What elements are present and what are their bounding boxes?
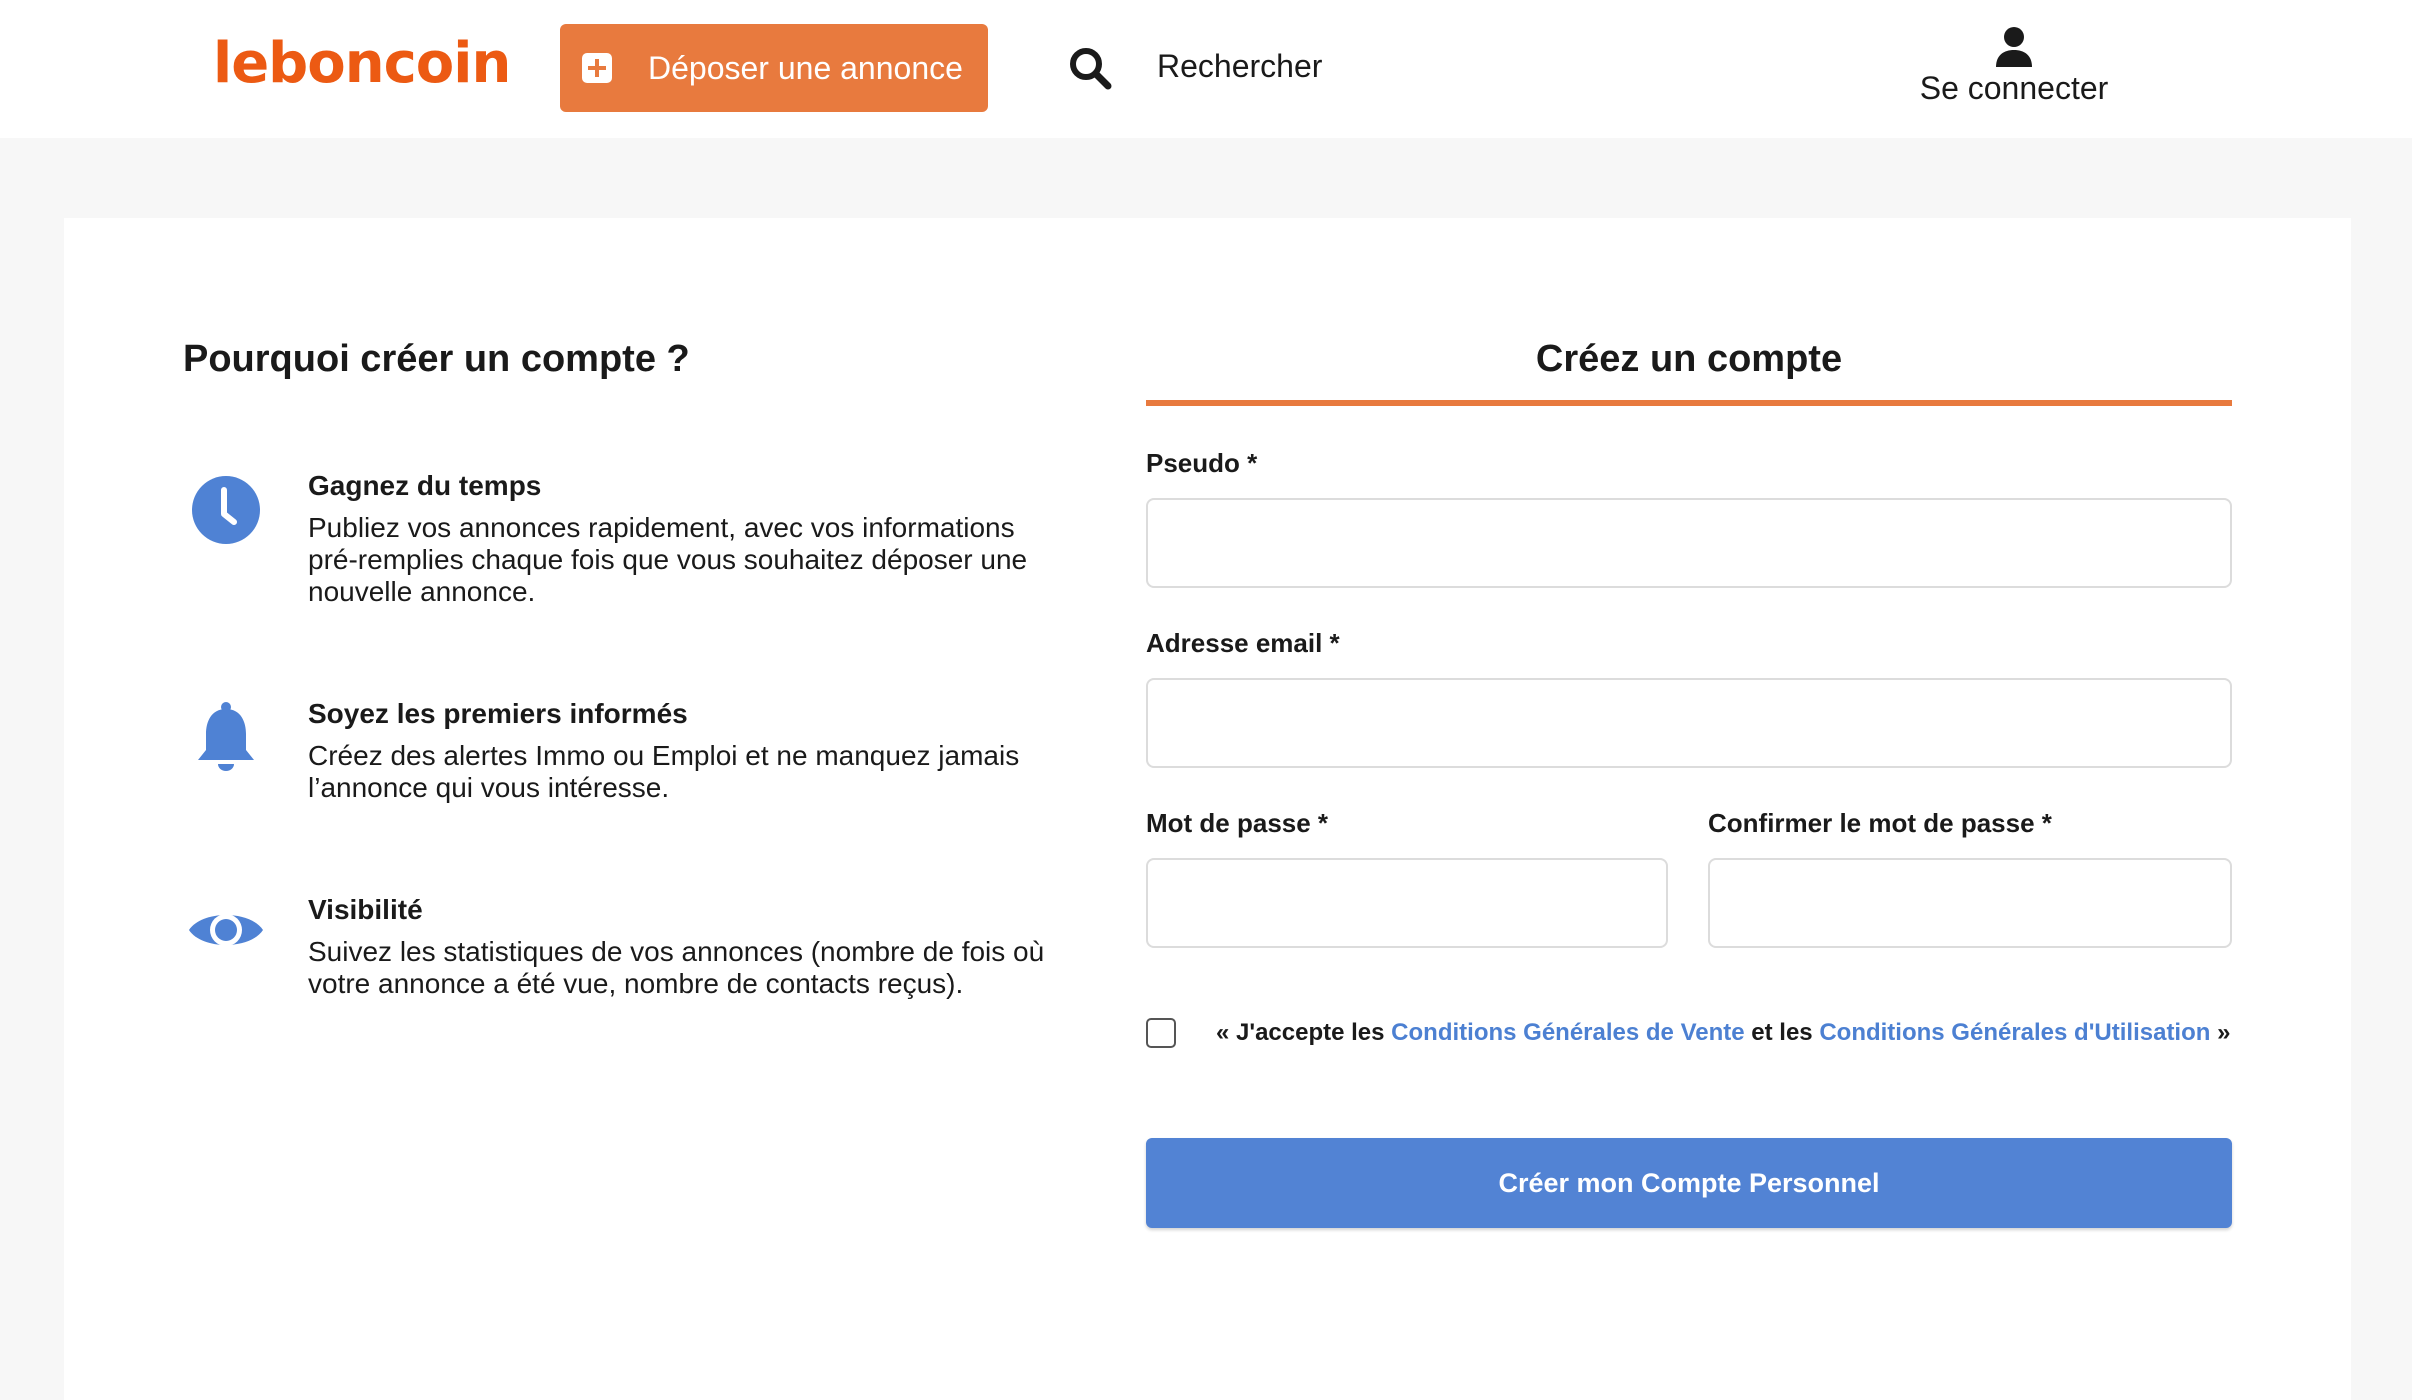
login-button[interactable]: Se connecter — [1898, 26, 2130, 116]
password-label: Mot de passe * — [1146, 808, 1329, 838]
cgu-link[interactable]: Conditions Générales d'Utilisation — [1819, 1019, 2210, 1046]
feature-title: Gagnez du temps — [308, 470, 542, 501]
terms-suffix: » — [2210, 1019, 2231, 1046]
clock-icon — [192, 476, 260, 544]
leboncoin-logo[interactable]: leboncoin — [213, 26, 511, 102]
pseudo-label: Pseudo * — [1146, 448, 1258, 478]
post-ad-label: Déposer une annonce — [648, 49, 963, 86]
email-input[interactable] — [1146, 678, 2232, 768]
feature-text: Suivez les statistiques de vos annonces … — [308, 936, 1045, 999]
create-account-title: Créez un compte — [1535, 338, 1843, 380]
plus-square-icon — [582, 53, 612, 83]
login-label: Se connecter — [1919, 70, 2109, 106]
terms-middle: et les — [1744, 1019, 1820, 1046]
feature-text: Créez des alertes Immo ou Emploi et ne m… — [308, 740, 1020, 803]
email-label: Adresse email * — [1146, 628, 1340, 658]
password-input[interactable] — [1146, 858, 1668, 948]
post-ad-button[interactable]: Déposer une annonce — [560, 24, 988, 112]
feature-text: Publiez vos annonces rapidement, avec vo… — [308, 512, 1028, 607]
terms-checkbox[interactable] — [1146, 1018, 1176, 1048]
top-header: leboncoin Déposer une annonce Rechercher… — [0, 0, 2412, 138]
feature-title: Visibilité — [308, 894, 423, 925]
confirm-password-label: Confirmer le mot de passe * — [1708, 808, 2052, 838]
terms-prefix: « J'accepte les — [1216, 1019, 1392, 1046]
terms-text: « J'accepte les Conditions Générales de … — [1216, 1018, 2230, 1048]
bell-icon — [198, 702, 254, 771]
pseudo-input[interactable] — [1146, 498, 2232, 588]
why-create-account-title: Pourquoi créer un compte ? — [183, 338, 690, 380]
confirm-password-input[interactable] — [1708, 858, 2232, 948]
user-icon — [1996, 27, 2032, 67]
cgv-link[interactable]: Conditions Générales de Vente — [1391, 1019, 1744, 1046]
feature-title: Soyez les premiers informés — [308, 698, 688, 729]
create-account-button[interactable]: Créer mon Compte Personnel — [1146, 1138, 2232, 1228]
search-link[interactable]: Rechercher — [1157, 48, 1322, 85]
search-icon[interactable] — [1066, 44, 1114, 92]
title-underline — [1146, 400, 2232, 406]
eye-icon — [189, 914, 263, 946]
